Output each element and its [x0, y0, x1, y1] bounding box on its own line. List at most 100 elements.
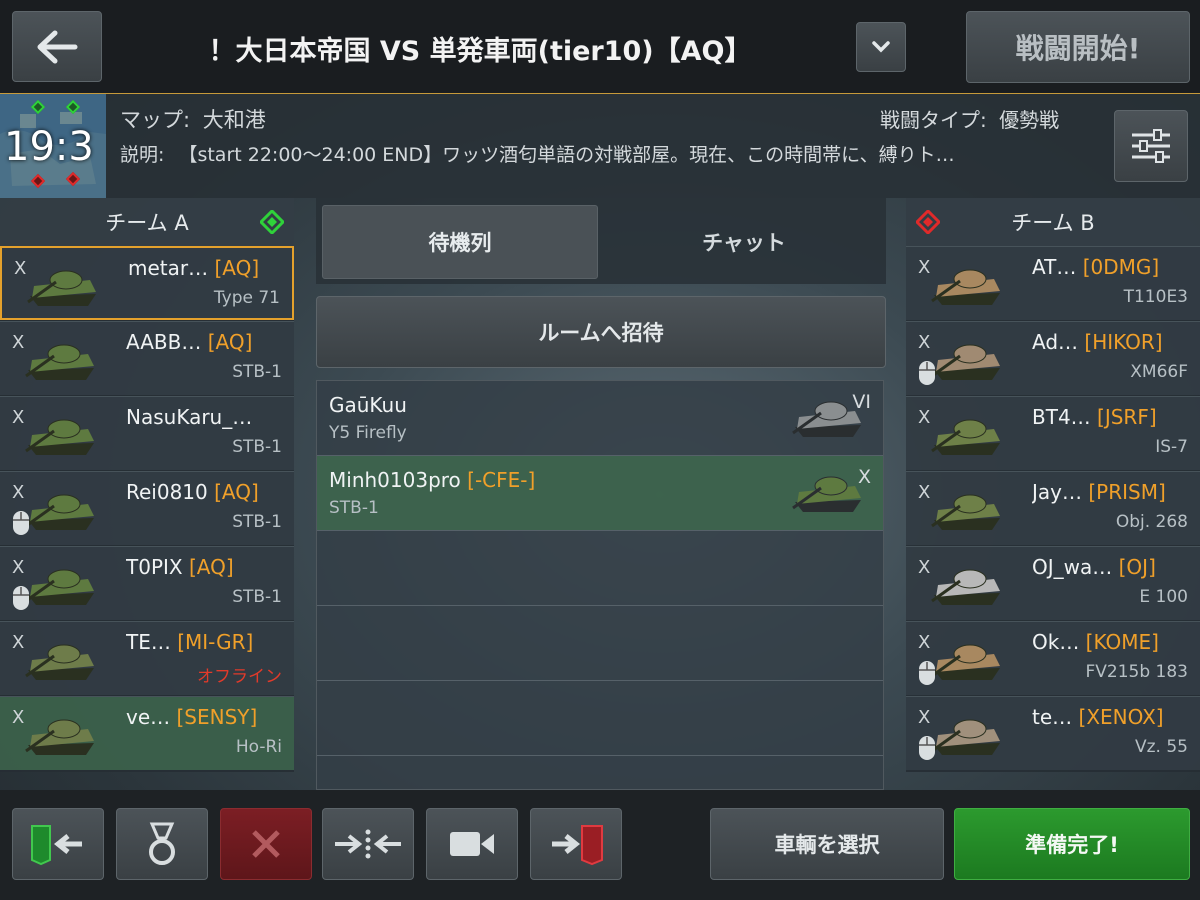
- disband-room-button[interactable]: [220, 808, 312, 880]
- player-name-text: T0PIX: [126, 555, 183, 579]
- queue-row[interactable]: Minh0103pro [-CFE-] STB-1 X: [317, 456, 883, 531]
- team-a-player-row[interactable]: X AABB… [AQ] STB-1: [0, 321, 294, 395]
- mouse-icon: [918, 360, 936, 386]
- queue-empty-row: [317, 531, 883, 606]
- tank-image: [928, 707, 1006, 761]
- tank-image: [22, 332, 100, 386]
- team-b-title: チーム B: [1011, 211, 1095, 235]
- room-title: ！大日本帝国 VS 単発車両(tier10)【AQ】: [208, 35, 752, 67]
- team-b-player-row[interactable]: X Ok… [KOME] FV215b 183: [906, 621, 1200, 695]
- tank-image: [928, 482, 1006, 536]
- team-a-player-row[interactable]: X Rei0810 [AQ] STB-1: [0, 471, 294, 545]
- team-a-player-row[interactable]: X TE… [MI-GR] オフライン: [0, 621, 294, 695]
- player-name: te… [XENOX]: [1032, 705, 1192, 729]
- player-name-text: AABB…: [126, 330, 202, 354]
- player-name: BT4… [JSRF]: [1032, 405, 1192, 429]
- minimap[interactable]: 19:3: [0, 94, 106, 198]
- team-a-player-row[interactable]: Xve… [SENSY] Ho-Ri: [0, 696, 294, 770]
- team-b-header: チーム B: [906, 198, 1200, 246]
- move-to-team-b-button[interactable]: [530, 808, 622, 880]
- player-clan-tag: [AQ]: [182, 555, 234, 579]
- player-tank-name: Vz. 55: [1135, 737, 1188, 757]
- player-name-text: AT…: [1032, 255, 1077, 279]
- ready-button[interactable]: 準備完了!: [954, 808, 1190, 880]
- queue-tank-tier: VI: [852, 391, 871, 413]
- queue-player-clan-tag: [-CFE-]: [460, 468, 536, 492]
- player-clan-tag: [PRISM]: [1082, 480, 1166, 504]
- room-dropdown-button[interactable]: [856, 22, 906, 72]
- player-name: T0PIX [AQ]: [126, 555, 286, 579]
- tank-image: [928, 332, 1006, 386]
- player-name: Jay… [PRISM]: [1032, 480, 1192, 504]
- start-battle-button[interactable]: 戦闘開始!: [966, 11, 1190, 83]
- mouse-icon: [12, 585, 30, 611]
- tank-image: [22, 557, 100, 611]
- arrow-left-icon: [37, 30, 78, 63]
- player-tank-name: Type 71: [213, 288, 280, 308]
- team-a-player-row[interactable]: X NasuKaru_… STB-1: [0, 396, 294, 470]
- player-name-text: te…: [1032, 705, 1073, 729]
- player-name: metar… [AQ]: [128, 256, 288, 280]
- description-label: 説明:: [120, 144, 165, 166]
- player-tank-name: Obj. 268: [1115, 512, 1188, 532]
- player-tank-name: オフライン: [197, 667, 282, 687]
- tab-chat[interactable]: チャット: [606, 205, 882, 279]
- player-name-text: TE…: [126, 630, 171, 654]
- team-b-player-row[interactable]: X Jay… [PRISM] Obj. 268: [906, 471, 1200, 545]
- player-tank-name: STB-1: [232, 362, 282, 382]
- tank-image: [24, 258, 102, 312]
- select-vehicle-button[interactable]: 車輌を選択: [710, 808, 944, 880]
- team-b-player-row[interactable]: X AT… [0DMG] T110E3: [906, 246, 1200, 320]
- player-tank-name: STB-1: [232, 437, 282, 457]
- player-clan-tag: [JSRF]: [1090, 405, 1157, 429]
- close-icon: [252, 830, 280, 858]
- spectate-button[interactable]: [426, 808, 518, 880]
- back-button[interactable]: [12, 11, 102, 82]
- tank-image: [22, 482, 100, 536]
- team-a-player-row[interactable]: Xmetar… [AQ] Type 71: [0, 246, 294, 320]
- tank-image: [789, 464, 867, 522]
- player-name: Ad… [HIKOR]: [1032, 330, 1192, 354]
- queue-player-name: GaūKuu: [329, 393, 407, 417]
- battle-type-info: 戦闘タイプ: 優勢戦: [880, 104, 1059, 133]
- swap-teams-button[interactable]: [322, 808, 414, 880]
- tab-queue[interactable]: 待機列: [322, 205, 598, 279]
- player-tank-name: STB-1: [232, 587, 282, 607]
- team-a-title: チーム A: [105, 211, 189, 235]
- player-name: Ok… [KOME]: [1032, 630, 1192, 654]
- achievements-button[interactable]: [116, 808, 208, 880]
- tank-image: [22, 407, 100, 461]
- team-b-player-row[interactable]: X Ad… [HIKOR] XM66F: [906, 321, 1200, 395]
- player-name: ve… [SENSY]: [126, 705, 286, 729]
- battle-type-value: 優勢戦: [999, 108, 1060, 132]
- player-tank-name: IS-7: [1155, 437, 1188, 457]
- room-settings-button[interactable]: [1114, 110, 1188, 182]
- invite-to-room-button[interactable]: ルームへ招待: [316, 296, 886, 368]
- team-b-player-row[interactable]: X OJ_wa… [OJ] E 100: [906, 546, 1200, 620]
- player-name-text: NasuKaru_…: [126, 405, 253, 429]
- move-to-team-a-button[interactable]: [12, 808, 104, 880]
- queue-player-name: Minh0103pro [-CFE-]: [329, 468, 535, 492]
- player-clan-tag: [AQ]: [207, 480, 259, 504]
- player-name-text: ve…: [126, 705, 171, 729]
- team-b-diamond-icon: [916, 210, 940, 234]
- map-label: マップ:: [120, 108, 191, 132]
- player-name-text: Ok…: [1032, 630, 1080, 654]
- team-a-player-row[interactable]: X T0PIX [AQ] STB-1: [0, 546, 294, 620]
- player-clan-tag: [0DMG]: [1076, 255, 1160, 279]
- team-a-panel: チーム A Xmetar… [AQ] Type 71 X AABB… [AQ] STB-…: [0, 198, 294, 772]
- sliders-icon: [1132, 129, 1170, 163]
- team-b-player-row[interactable]: X BT4… [JSRF] IS-7: [906, 396, 1200, 470]
- map-info: マップ: 大和港: [120, 104, 266, 134]
- tank-image: [928, 257, 1006, 311]
- queue-row[interactable]: GaūKuu Y5 Firefly VI: [317, 381, 883, 456]
- player-clan-tag: [MI-GR]: [170, 630, 254, 654]
- queue-empty-row: [317, 681, 883, 756]
- tank-image: [22, 632, 100, 686]
- team-b-player-row[interactable]: Xte… [XENOX] Vz. 55: [906, 696, 1200, 770]
- player-tank-name: T110E3: [1123, 287, 1188, 307]
- player-name: NasuKaru_…: [126, 405, 286, 429]
- player-tank-name: E 100: [1139, 587, 1188, 607]
- camera-icon: [450, 832, 494, 856]
- chevron-down-icon: [872, 41, 890, 53]
